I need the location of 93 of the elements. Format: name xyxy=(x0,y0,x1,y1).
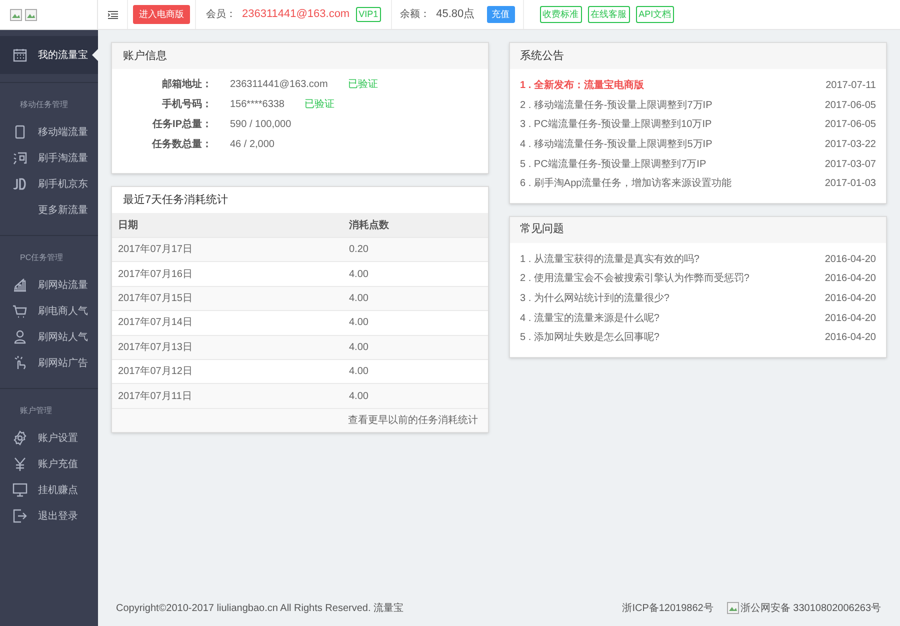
icp-link[interactable]: 浙ICP备12019862号 xyxy=(622,600,714,616)
card-title: 常见问题 xyxy=(510,216,886,243)
table-cell-text: 2017年07月14日 xyxy=(117,316,194,330)
table-cell-text: 0.20 xyxy=(349,243,368,258)
tao-icon xyxy=(12,150,28,166)
table-cell-text: 4.00 xyxy=(349,268,368,282)
faq-date: 2016-04-20 xyxy=(824,272,876,286)
signal-bars-icon xyxy=(12,277,28,293)
table-cell-text: 2017年07月11日 xyxy=(117,390,193,404)
sidebar-item[interactable]: 退出登录 xyxy=(0,503,98,529)
notice-link[interactable]: 5 . PC端流量任务-预设量上限调整到7万IP xyxy=(520,156,706,172)
balance-value: 45.80点 xyxy=(436,6,475,22)
notice-date: 2017-06-05 xyxy=(824,118,876,132)
vip-badge: VIP1 xyxy=(356,6,382,22)
member-email: 236311441@163.com xyxy=(242,7,350,22)
field-label: 任务IP总量： xyxy=(151,118,212,132)
copyright-text: Copyright©2010-2017 liuliangbao.cn All Rights Reserved. 流量宝 xyxy=(116,602,404,616)
sidebar-item[interactable]: 更多新流量 xyxy=(0,197,98,223)
police-record-link[interactable]: 浙公网安备 33010802006263号 xyxy=(740,600,881,616)
settings-icon xyxy=(12,430,28,446)
notice-link[interactable]: 2 . 移动端流量任务-预设量上限调整到7万IP xyxy=(520,98,712,113)
active-pointer-icon xyxy=(92,49,98,61)
table-cell-text: 4.00 xyxy=(349,365,368,380)
sidebar-item[interactable]: 刷手淘流量 xyxy=(0,145,98,171)
monitor-icon xyxy=(12,482,28,498)
sidebar-item[interactable]: 移动端流量 xyxy=(0,119,98,145)
notice-date: 2017-03-07 xyxy=(824,158,876,172)
user-icon xyxy=(12,329,28,345)
calendar-icon xyxy=(12,47,28,63)
notice-link[interactable]: 6 . 刷手淘App流量任务，增加访客来源设置功能 xyxy=(520,176,732,192)
table-cell-text: 4.00 xyxy=(349,390,368,404)
field-value: 590 / 100,000 xyxy=(230,118,292,132)
sidebar-item[interactable]: 刷手机京东 xyxy=(0,171,98,197)
faq-date: 2016-04-20 xyxy=(824,331,876,346)
column-header: 日期 xyxy=(117,218,139,232)
yen-icon xyxy=(12,456,28,472)
field-label: 邮箱地址： xyxy=(161,78,212,92)
notice-link[interactable]: 4 . 移动端流量任务-预设量上限调整到5万IP xyxy=(520,137,712,152)
notice-date: 2017-06-05 xyxy=(824,98,876,113)
card-title: 最近7天任务消耗统计 xyxy=(122,192,230,208)
table-cell-text: 2017年07月13日 xyxy=(117,340,194,355)
notice-date: 2017-03-22 xyxy=(824,138,876,152)
sidebar-section-title: 移动任务管理 xyxy=(19,99,69,111)
field-label: 手机号码： xyxy=(161,98,212,112)
faq-link[interactable]: 1 . 从流量宝获得的流量是真实有效的吗? xyxy=(520,252,700,267)
faq-date: 2016-04-20 xyxy=(824,312,876,326)
sidebar-item[interactable]: 刷电商人气 xyxy=(0,298,98,324)
card-title: 账户信息 xyxy=(112,43,488,69)
field-value: 156****6338 xyxy=(230,98,284,112)
notice-date: 2017-07-11 xyxy=(826,79,876,94)
sidebar-item[interactable]: 账户设置 xyxy=(0,425,98,451)
jd-icon xyxy=(12,176,28,192)
field-label: 任务数总量： xyxy=(150,138,212,152)
faq-link[interactable]: 2 . 使用流量宝会不会被搜索引擎认为作弊而受惩罚? xyxy=(520,271,750,286)
table-cell-text: 2017年07月12日 xyxy=(117,365,194,380)
field-value: 46 / 2,000 xyxy=(230,138,274,152)
notice-link[interactable]: 1 . 全新发布：流量宝电商版 xyxy=(520,78,644,94)
faq-date: 2016-04-20 xyxy=(824,252,876,267)
table-cell-text: 2017年07月16日 xyxy=(117,268,194,282)
notice-date: 2017-01-03 xyxy=(824,177,876,192)
hand-pointer-icon xyxy=(12,355,28,371)
balance-label: 余额： xyxy=(400,8,430,22)
sidebar-item[interactable]: 挂机赚点 xyxy=(0,477,98,503)
ecommerce-button[interactable]: 进入电商版 xyxy=(133,4,190,24)
broken-image-icon xyxy=(25,8,37,20)
verified-status: 已验证 xyxy=(348,78,378,92)
sidebar-item[interactable]: 账户充值 xyxy=(0,451,98,477)
table-cell-text: 4.00 xyxy=(349,340,368,355)
sidebar-item[interactable]: 刷网站流量 xyxy=(0,272,98,298)
notice-link[interactable]: 3 . PC端流量任务-预设量上限调整到10万IP xyxy=(520,117,712,132)
sidebar-item[interactable]: 刷网站广告 xyxy=(0,350,98,376)
sidebar-section-title: 账户管理 xyxy=(19,405,53,417)
broken-image-icon xyxy=(727,602,740,614)
faq-date: 2016-04-20 xyxy=(824,292,876,306)
table-cell-text: 4.00 xyxy=(349,292,368,306)
table-cell-text: 4.00 xyxy=(349,316,368,330)
faq-link[interactable]: 5 . 添加网址失败是怎么回事呢? xyxy=(520,330,660,346)
faq-link[interactable]: 4 . 流量宝的流量来源是什么呢? xyxy=(520,310,660,326)
table-cell-text: 2017年07月17日 xyxy=(117,243,194,258)
cart-icon xyxy=(12,303,28,319)
column-header: 消耗点数 xyxy=(349,218,389,232)
field-value: 236311441@163.com xyxy=(230,78,328,92)
sidebar-section-title: PC任务管理 xyxy=(19,252,64,264)
exit-icon xyxy=(12,508,28,524)
member-label: 会员： xyxy=(206,8,236,22)
card-title: 系统公告 xyxy=(510,43,886,69)
table-cell-text: 2017年07月15日 xyxy=(117,292,194,306)
verified-status: 已验证 xyxy=(304,98,334,112)
faq-link[interactable]: 3 . 为什么网站统计到的流量很少? xyxy=(520,291,670,306)
broken-image-icon xyxy=(10,8,22,20)
menu-icon[interactable] xyxy=(108,10,118,18)
sidebar-item[interactable]: 刷网站人气 xyxy=(0,324,98,350)
sidebar-item[interactable]: 我的流量宝 xyxy=(0,36,98,74)
